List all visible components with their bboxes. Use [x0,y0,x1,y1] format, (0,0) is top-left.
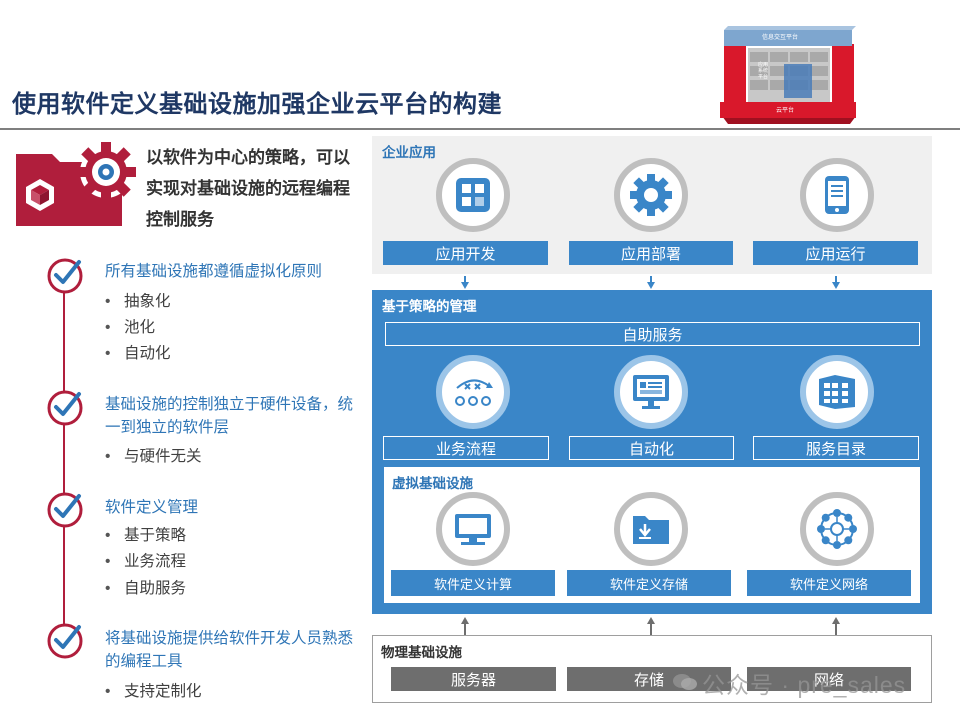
logo-left-label: 应用系统平台 [758,62,769,80]
lead-statement: 以软件为中心的策略，可以实现对基础设施的远程编程控制服务 [146,148,350,229]
policy-management-label: 基于策略的管理 [382,299,477,314]
enterprise-apps-label: 企业应用 [382,145,436,160]
software-strategy-icon [14,140,142,230]
wechat-icon [672,672,698,692]
workflow-icon [436,355,510,429]
logo-bottom-label: 云平台 [776,108,795,114]
principle-bullet: 抽象化 [105,289,171,311]
server-label: 服务器 [391,667,556,691]
check-icon [46,491,84,529]
watermark-text: 公众号 · pre_sales [702,672,907,698]
principle-bullet: 池化 [105,315,155,337]
virtual-infrastructure-label: 虚拟基础设施 [392,476,473,491]
self-service-bar: 自助服务 [385,322,920,346]
mobile-icon [800,158,874,232]
sd-network-label: 软件定义网络 [747,570,911,596]
service-catalog-label: 服务目录 [753,436,919,460]
check-icon [46,257,84,295]
app-grid-icon [436,158,510,232]
gear-icon [614,158,688,232]
principle-bullet: 业务流程 [105,549,186,571]
principle-bullet: 与硬件无关 [105,444,202,466]
timeline-line [63,276,65,648]
title-divider [0,128,960,130]
principle-heading: 基础设施的控制独立于硬件设备，统一到独立的软件层 [105,396,354,436]
desktop-icon [436,492,510,566]
automation-label: 自动化 [569,436,734,460]
check-icon [46,622,84,660]
monitor-chart-icon [614,355,688,429]
catalog-icon [800,355,874,429]
network-icon [800,492,874,566]
app-deploy-label: 应用部署 [569,241,733,265]
physical-infrastructure-label: 物理基础设施 [381,645,462,660]
principle-heading: 所有基础设施都遵循虚拟化原则 [105,263,323,280]
principle-bullet: 自动化 [105,341,171,363]
logo-top-label: 信息交互平台 [762,35,799,41]
sd-compute-label: 软件定义计算 [391,570,555,596]
page-title: 使用软件定义基础设施加强企业云平台的构建 [12,91,502,118]
principle-bullet: 自助服务 [105,576,186,598]
workflow-label: 业务流程 [383,436,549,460]
sd-storage-label: 软件定义存储 [567,570,731,596]
principle-bullet: 基于策略 [105,523,186,545]
app-run-label: 应用运行 [753,241,918,265]
check-icon [46,389,84,427]
app-develop-label: 应用开发 [383,241,548,265]
principle-heading: 将基础设施提供给软件开发人员熟悉的编程工具 [105,630,354,670]
cloud-platform-logo: 信息交互平台 应用系统平台 云平台 [718,24,860,124]
principle-heading: 软件定义管理 [105,499,199,516]
principle-bullet: 支持定制化 [105,679,202,701]
folder-download-icon [614,492,688,566]
